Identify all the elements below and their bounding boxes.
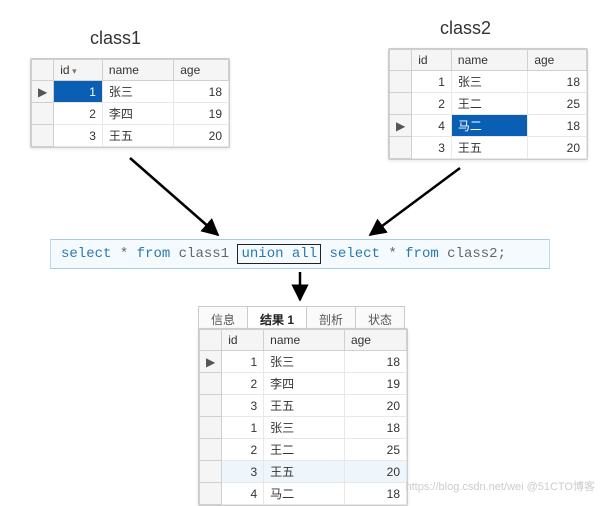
arrow-class1-to-sql (130, 158, 218, 235)
cell-age[interactable]: 20 (174, 125, 229, 147)
cell-age[interactable]: 18 (344, 483, 406, 505)
table-row[interactable]: 2 王二 25 (390, 93, 587, 115)
table-row[interactable]: 2 李四 19 (32, 103, 229, 125)
cell-age[interactable]: 18 (344, 417, 406, 439)
col-age[interactable]: age (528, 50, 587, 71)
cell-name[interactable]: 张三 (102, 81, 173, 103)
sql-table2: class2; (447, 246, 506, 262)
cell-name[interactable]: 张三 (264, 417, 345, 439)
cell-id[interactable]: 4 (412, 115, 452, 137)
table-row[interactable]: 3 王五 20 (200, 461, 407, 483)
sql-from2: from (405, 246, 439, 262)
rowheader-corner (390, 50, 412, 71)
col-age[interactable]: age (174, 60, 229, 81)
cell-name[interactable]: 张三 (264, 351, 345, 373)
table-row[interactable]: ▶ 4 马二 18 (390, 115, 587, 137)
cell-id[interactable]: 3 (222, 461, 264, 483)
watermark: https://blog.csdn.net/wei @51CTO博客 (406, 478, 596, 494)
table-class2[interactable]: id name age 1 张三 18 2 王二 25 ▶ 4 马二 18 3 … (388, 48, 588, 160)
sql-union-all: union all (237, 244, 321, 264)
cell-name[interactable]: 张三 (451, 71, 527, 93)
table-class1[interactable]: id name age ▶ 1 张三 18 2 李四 19 3 王五 20 (30, 58, 230, 148)
cell-id[interactable]: 3 (412, 137, 452, 159)
cell-name[interactable]: 王二 (451, 93, 527, 115)
cell-age[interactable]: 18 (528, 71, 587, 93)
cell-id[interactable]: 3 (54, 125, 103, 147)
cell-age[interactable]: 25 (528, 93, 587, 115)
table-row[interactable]: 3 王五 20 (200, 395, 407, 417)
cell-age[interactable]: 18 (174, 81, 229, 103)
sql-select2: select (330, 246, 380, 262)
sql-select: select (61, 246, 111, 262)
row-marker-icon: ▶ (32, 81, 54, 103)
rowheader-corner (200, 330, 222, 351)
cell-id[interactable]: 1 (222, 417, 264, 439)
cell-id[interactable]: 1 (54, 81, 103, 103)
sql-from: from (137, 246, 171, 262)
cell-age[interactable]: 19 (344, 373, 406, 395)
cell-age[interactable]: 19 (174, 103, 229, 125)
col-id[interactable]: id (54, 60, 103, 81)
cell-name[interactable]: 马二 (451, 115, 527, 137)
row-marker-icon: ▶ (200, 351, 222, 373)
cell-name[interactable]: 王五 (264, 461, 345, 483)
cell-name[interactable]: 王二 (264, 439, 345, 461)
cell-name[interactable]: 李四 (264, 373, 345, 395)
cell-id[interactable]: 2 (54, 103, 103, 125)
label-class2: class2 (440, 18, 491, 39)
cell-name[interactable]: 李四 (102, 103, 173, 125)
table-row[interactable]: 1 张三 18 (200, 417, 407, 439)
table-row[interactable]: ▶ 1 张三 18 (32, 81, 229, 103)
table-row[interactable]: 1 张三 18 (390, 71, 587, 93)
cell-id[interactable]: 2 (222, 439, 264, 461)
col-age[interactable]: age (344, 330, 406, 351)
table-row[interactable]: 2 李四 19 (200, 373, 407, 395)
cell-name[interactable]: 马二 (264, 483, 345, 505)
table-row[interactable]: ▶ 1 张三 18 (200, 351, 407, 373)
cell-id[interactable]: 1 (222, 351, 264, 373)
cell-id[interactable]: 4 (222, 483, 264, 505)
table-row[interactable]: 3 王五 20 (390, 137, 587, 159)
cell-id[interactable]: 3 (222, 395, 264, 417)
cell-age[interactable]: 20 (344, 395, 406, 417)
rowheader-corner (32, 60, 54, 81)
cell-id[interactable]: 2 (222, 373, 264, 395)
sql-table1: class1 (179, 246, 229, 262)
col-id[interactable]: id (412, 50, 452, 71)
cell-name[interactable]: 王五 (451, 137, 527, 159)
cell-age[interactable]: 25 (344, 439, 406, 461)
cell-name[interactable]: 王五 (102, 125, 173, 147)
sql-statement[interactable]: select * from class1 union all select * … (50, 239, 550, 269)
cell-id[interactable]: 1 (412, 71, 452, 93)
table-row[interactable]: 4 马二 18 (200, 483, 407, 505)
table-result[interactable]: id name age ▶ 1 张三 18 2 李四 19 3 王五 20 1 … (198, 328, 408, 506)
col-id[interactable]: id (222, 330, 264, 351)
cell-age[interactable]: 20 (528, 137, 587, 159)
arrow-class2-to-sql (370, 168, 460, 235)
col-name[interactable]: name (102, 60, 173, 81)
row-marker-icon: ▶ (390, 115, 412, 137)
cell-age[interactable]: 18 (344, 351, 406, 373)
col-name[interactable]: name (264, 330, 345, 351)
label-class1: class1 (90, 28, 141, 49)
cell-name[interactable]: 王五 (264, 395, 345, 417)
table-row[interactable]: 3 王五 20 (32, 125, 229, 147)
cell-id[interactable]: 2 (412, 93, 452, 115)
table-row[interactable]: 2 王二 25 (200, 439, 407, 461)
cell-age[interactable]: 18 (528, 115, 587, 137)
cell-age[interactable]: 20 (344, 461, 406, 483)
col-name[interactable]: name (451, 50, 527, 71)
